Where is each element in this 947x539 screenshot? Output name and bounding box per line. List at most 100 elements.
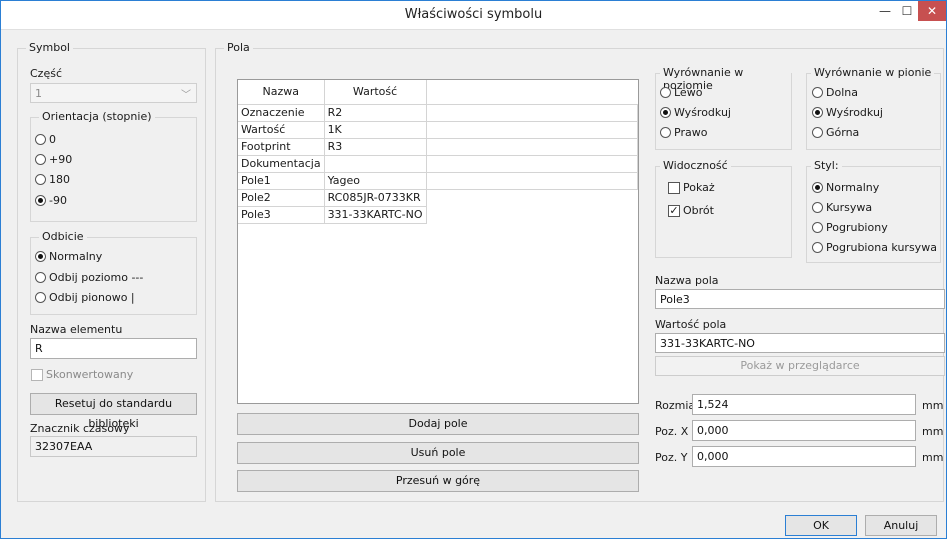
style-bold-italic-radio[interactable]: Pogrubiona kursywa [812,241,937,254]
mirror-vertical-radio[interactable]: Odbij pionowo | [35,291,135,304]
table-row[interactable]: Pole2 RC085JR-0733KR [238,189,638,207]
posx-unit: mm [922,425,944,438]
field-value-input[interactable]: 331-33KARTC-NO [655,333,945,353]
move-up-button[interactable]: Przesuń w górę [237,470,639,492]
fields-grid[interactable]: Nazwa Wartość Oznaczenie R2 Wartość 1K F… [237,79,639,404]
radio-dot-selected [35,251,46,262]
radio-dot [812,87,823,98]
empty-cell [426,206,637,223]
show-checkbox[interactable]: Pokaż [668,181,715,194]
maximize-icon[interactable]: ☐ [896,1,918,21]
field-name-cell[interactable]: Pole1 [238,172,325,190]
halign-center-label: Wyśrodkuj [674,106,731,119]
radio-dot [35,292,46,303]
close-icon[interactable]: ✕ [918,1,946,21]
timestamp-field: 32307EAA [30,436,197,457]
size-unit: mm [922,399,944,412]
field-value-cell[interactable]: RC085JR-0733KR [324,189,427,207]
table-row[interactable]: Pole1 Yageo [238,172,639,190]
converted-checkbox[interactable]: Skonwertowany [31,368,133,381]
orientation-180-radio[interactable]: 180 [35,173,70,186]
empty-cell [426,172,639,190]
check-icon: ✓ [668,203,680,217]
mirror-horizontal-radio[interactable]: Odbij poziomo --- [35,271,143,284]
field-name-cell[interactable]: Wartość [238,121,325,139]
posy-input[interactable]: 0,000 [692,446,916,467]
field-value-label: Wartość pola [655,318,727,331]
column-header-value[interactable]: Wartość [324,80,427,105]
field-value-cell[interactable]: 1K [324,121,427,139]
table-row[interactable]: Wartość 1K [238,121,639,139]
fields-group-label: Pola [224,41,253,54]
field-name-cell[interactable]: Pole3 [238,206,325,224]
column-header-empty [426,80,638,105]
field-value-cell[interactable]: R3 [324,138,427,156]
part-select-value: 1 [35,87,42,100]
minimize-icon[interactable]: — [874,1,896,21]
style-normal-radio[interactable]: Normalny [812,181,879,194]
field-name-cell[interactable]: Oznaczenie [238,104,325,122]
style-bold-italic-label: Pogrubiona kursywa [826,241,937,254]
field-name-cell[interactable]: Footprint [238,138,325,156]
mirror-horizontal-label: Odbij poziomo --- [49,271,144,284]
empty-cell [426,138,639,156]
radio-dot [812,202,823,213]
mirror-label: Odbicie [39,230,87,243]
field-name-cell[interactable]: Pole2 [238,189,325,207]
valign-center-label: Wyśrodkuj [826,106,883,119]
style-italic-radio[interactable]: Kursywa [812,201,872,214]
style-bold-label: Pogrubiony [826,221,888,234]
empty-cell [426,189,637,206]
add-field-button[interactable]: Dodaj pole [237,413,639,435]
halign-left-radio[interactable]: Lewo [660,86,702,99]
field-name-input[interactable]: Pole3 [655,289,945,309]
grid-header-row: Nazwa Wartość [238,80,638,105]
reset-library-button[interactable]: Resetuj do standardu biblioteki [30,393,197,430]
converted-label: Skonwertowany [46,368,134,381]
field-value-cell[interactable]: Yageo [324,172,427,190]
style-bold-radio[interactable]: Pogrubiony [812,221,888,234]
show-in-browser-button[interactable]: Pokaż w przeglądarce [655,356,945,376]
table-row-selected[interactable]: Pole3 331-33KARTC-NO [238,206,638,224]
halign-left-label: Lewo [674,86,703,99]
remove-field-button[interactable]: Usuń pole [237,442,639,464]
style-normal-label: Normalny [826,181,880,194]
empty-cell [426,104,639,122]
orientation-0-radio[interactable]: 0 [35,133,56,146]
valign-top-radio[interactable]: Górna [812,126,859,139]
column-header-name[interactable]: Nazwa [238,80,325,105]
radio-dot-selected [35,195,46,206]
empty-cell [426,121,639,139]
orientation-plus90-radio[interactable]: +90 [35,153,72,166]
halign-center-radio[interactable]: Wyśrodkuj [660,106,731,119]
valign-top-label: Górna [826,126,860,139]
field-value-cell[interactable]: R2 [324,104,427,122]
part-label: Część [30,67,63,80]
checkbox-box [668,181,680,194]
rotate-checkbox[interactable]: ✓ Obrót [668,204,714,217]
table-row[interactable]: Oznaczenie R2 [238,104,639,122]
part-select[interactable]: 1 ﹀ [30,83,197,103]
halign-right-label: Prawo [674,126,708,139]
halign-right-radio[interactable]: Prawo [660,126,707,139]
ok-button[interactable]: OK [785,515,857,536]
orientation-minus90-radio[interactable]: -90 [35,194,67,207]
field-name-cell[interactable]: Dokumentacja [238,155,325,173]
radio-dot [35,154,46,165]
radio-dot [35,272,46,283]
size-input[interactable]: 1,524 [692,394,916,415]
cancel-button[interactable]: Anuluj [865,515,937,536]
valign-bottom-radio[interactable]: Dolna [812,86,858,99]
mirror-normal-radio[interactable]: Normalny [35,250,102,263]
table-row[interactable]: Dokumentacja [238,155,639,173]
element-name-input[interactable]: R [30,338,197,359]
radio-dot [812,222,823,233]
radio-dot-selected [812,107,823,118]
posx-input[interactable]: 0,000 [692,420,916,441]
checkbox-box [31,368,43,381]
radio-dot-selected [660,107,671,118]
table-row[interactable]: Footprint R3 [238,138,639,156]
valign-center-radio[interactable]: Wyśrodkuj [812,106,883,119]
field-value-cell[interactable]: 331-33KARTC-NO [324,206,427,224]
field-value-cell[interactable] [324,155,427,173]
